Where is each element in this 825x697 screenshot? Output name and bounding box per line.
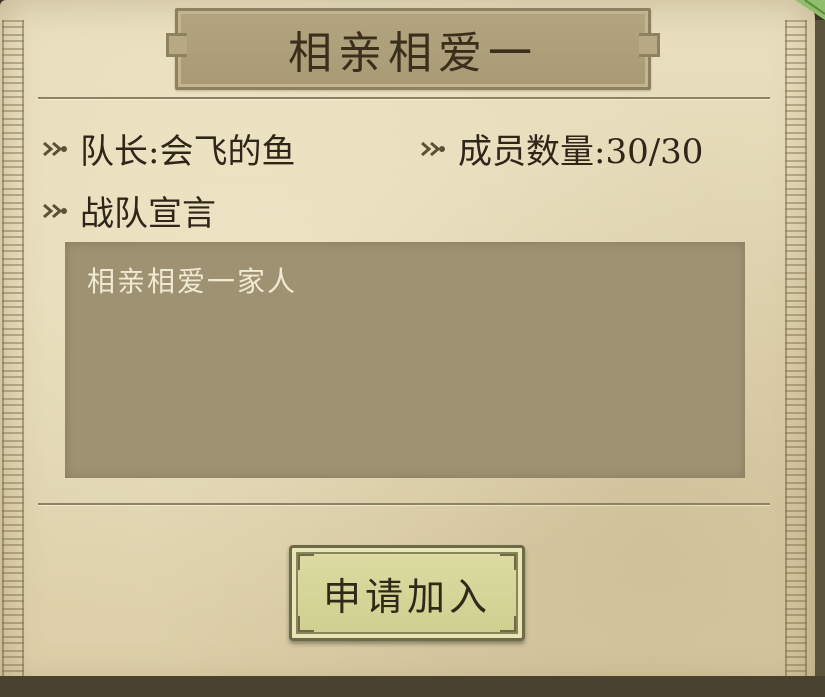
button-ornament (500, 554, 516, 570)
team-info-panel: 相亲相爱一 队长:会飞的鱼 成员数量:30/30 战队宣言 相亲相爱一家人 申请… (0, 0, 825, 697)
team-name-title: 相亲相爱一 (288, 28, 538, 79)
leader-label: 队长:会飞的鱼 (80, 132, 296, 172)
manifesto-text: 相亲相爱一家人 (87, 265, 298, 298)
leader-row: 队长:会飞的鱼 (40, 124, 295, 173)
plaque-ornament-right (639, 33, 660, 57)
button-ornament (298, 554, 314, 570)
greek-key-border-right (785, 20, 807, 680)
manifesto-heading: 战队宣言 (80, 194, 216, 234)
plaque-ornament-left (166, 33, 187, 57)
double-chevron-right-icon (418, 139, 446, 159)
join-button-label: 申请加入 (322, 574, 491, 619)
button-ornament (500, 616, 516, 632)
manifesto-row: 战队宣言 (40, 186, 216, 235)
leaf-corner-icon (795, 0, 825, 20)
button-ornament (298, 616, 314, 632)
greek-key-border-left (2, 20, 24, 680)
bottom-edge (0, 676, 825, 697)
members-row: 成员数量:30/30 (418, 124, 703, 173)
double-chevron-right-icon (40, 139, 68, 159)
member-count-label: 成员数量:30/30 (458, 132, 704, 172)
title-plaque: 相亲相爱一 (166, 8, 660, 90)
join-team-button[interactable]: 申请加入 (289, 545, 525, 641)
parchment-background: 相亲相爱一 队长:会飞的鱼 成员数量:30/30 战队宣言 相亲相爱一家人 申请… (0, 0, 815, 690)
divider-bottom (38, 503, 770, 505)
double-chevron-right-icon (40, 201, 68, 221)
divider-top (38, 97, 770, 99)
manifesto-box: 相亲相爱一家人 (65, 242, 745, 478)
